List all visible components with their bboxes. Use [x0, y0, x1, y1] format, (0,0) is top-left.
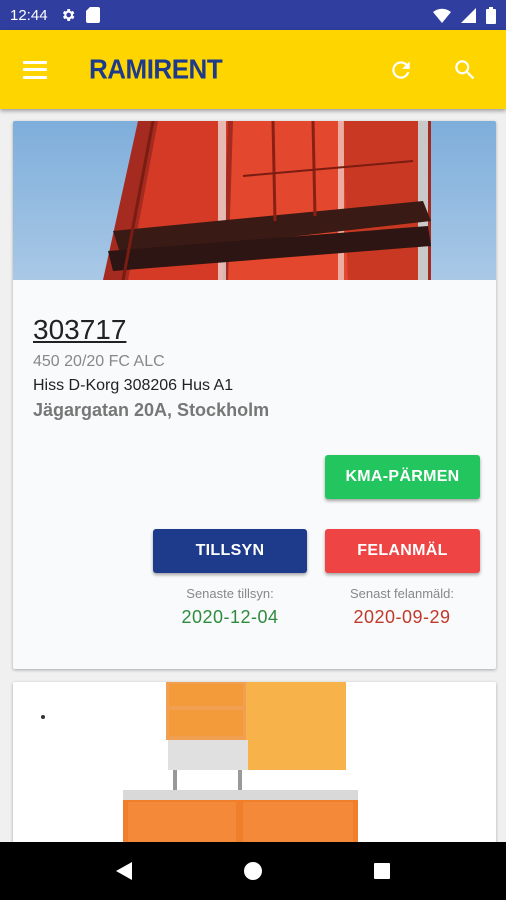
tillsyn-date: 2020-12-04	[181, 607, 279, 627]
signal-icon	[461, 7, 476, 23]
settings-icon	[62, 9, 74, 21]
content-list[interactable]: 303717 450 20/20 FC ALC Hiss D-Korg 3082…	[0, 109, 506, 842]
status-notification-icons	[60, 7, 100, 23]
kma-button[interactable]: KMA-PÄRMEN	[325, 455, 480, 499]
unit-description: Hiss D-Korg 308206 Hus A1	[33, 377, 234, 394]
unit-model: 450 20/20 FC ALC	[33, 353, 165, 370]
app-bar: RAMIRENT	[0, 30, 506, 109]
felanmal-button[interactable]: FELANMÄL	[325, 529, 480, 573]
unit-address: Jägargatan 20A, Stockholm	[33, 400, 270, 420]
tillsyn-date-label: Senaste tillsyn:	[186, 586, 274, 601]
refresh-icon[interactable]	[388, 57, 414, 83]
status-time: 12:44	[10, 6, 48, 24]
fel-date-label: Senast felanmäld:	[349, 586, 455, 601]
unit-card-2[interactable]	[13, 682, 496, 842]
wifi-icon	[433, 8, 451, 23]
battery-icon	[486, 6, 496, 24]
recents-icon[interactable]	[368, 857, 396, 885]
unit-id-link[interactable]: 303717	[33, 314, 126, 346]
hoist-image	[13, 121, 496, 280]
app-bar-actions	[388, 57, 478, 83]
tillsyn-button[interactable]: TILLSYN	[153, 529, 307, 573]
status-system-icons	[433, 6, 496, 24]
system-nav-bar	[0, 842, 506, 900]
status-bar: 12:44	[0, 0, 506, 30]
home-icon[interactable]	[239, 857, 267, 885]
menu-icon[interactable]	[23, 60, 47, 79]
sd-card-icon	[85, 7, 100, 23]
brand-logo: RAMIRENT	[89, 53, 223, 85]
hoist-image-2	[13, 682, 496, 842]
fel-date: 2020-09-29	[353, 607, 451, 627]
back-icon[interactable]	[110, 857, 138, 885]
unit-card[interactable]: 303717 450 20/20 FC ALC Hiss D-Korg 3082…	[13, 121, 496, 669]
search-icon[interactable]	[452, 57, 478, 83]
